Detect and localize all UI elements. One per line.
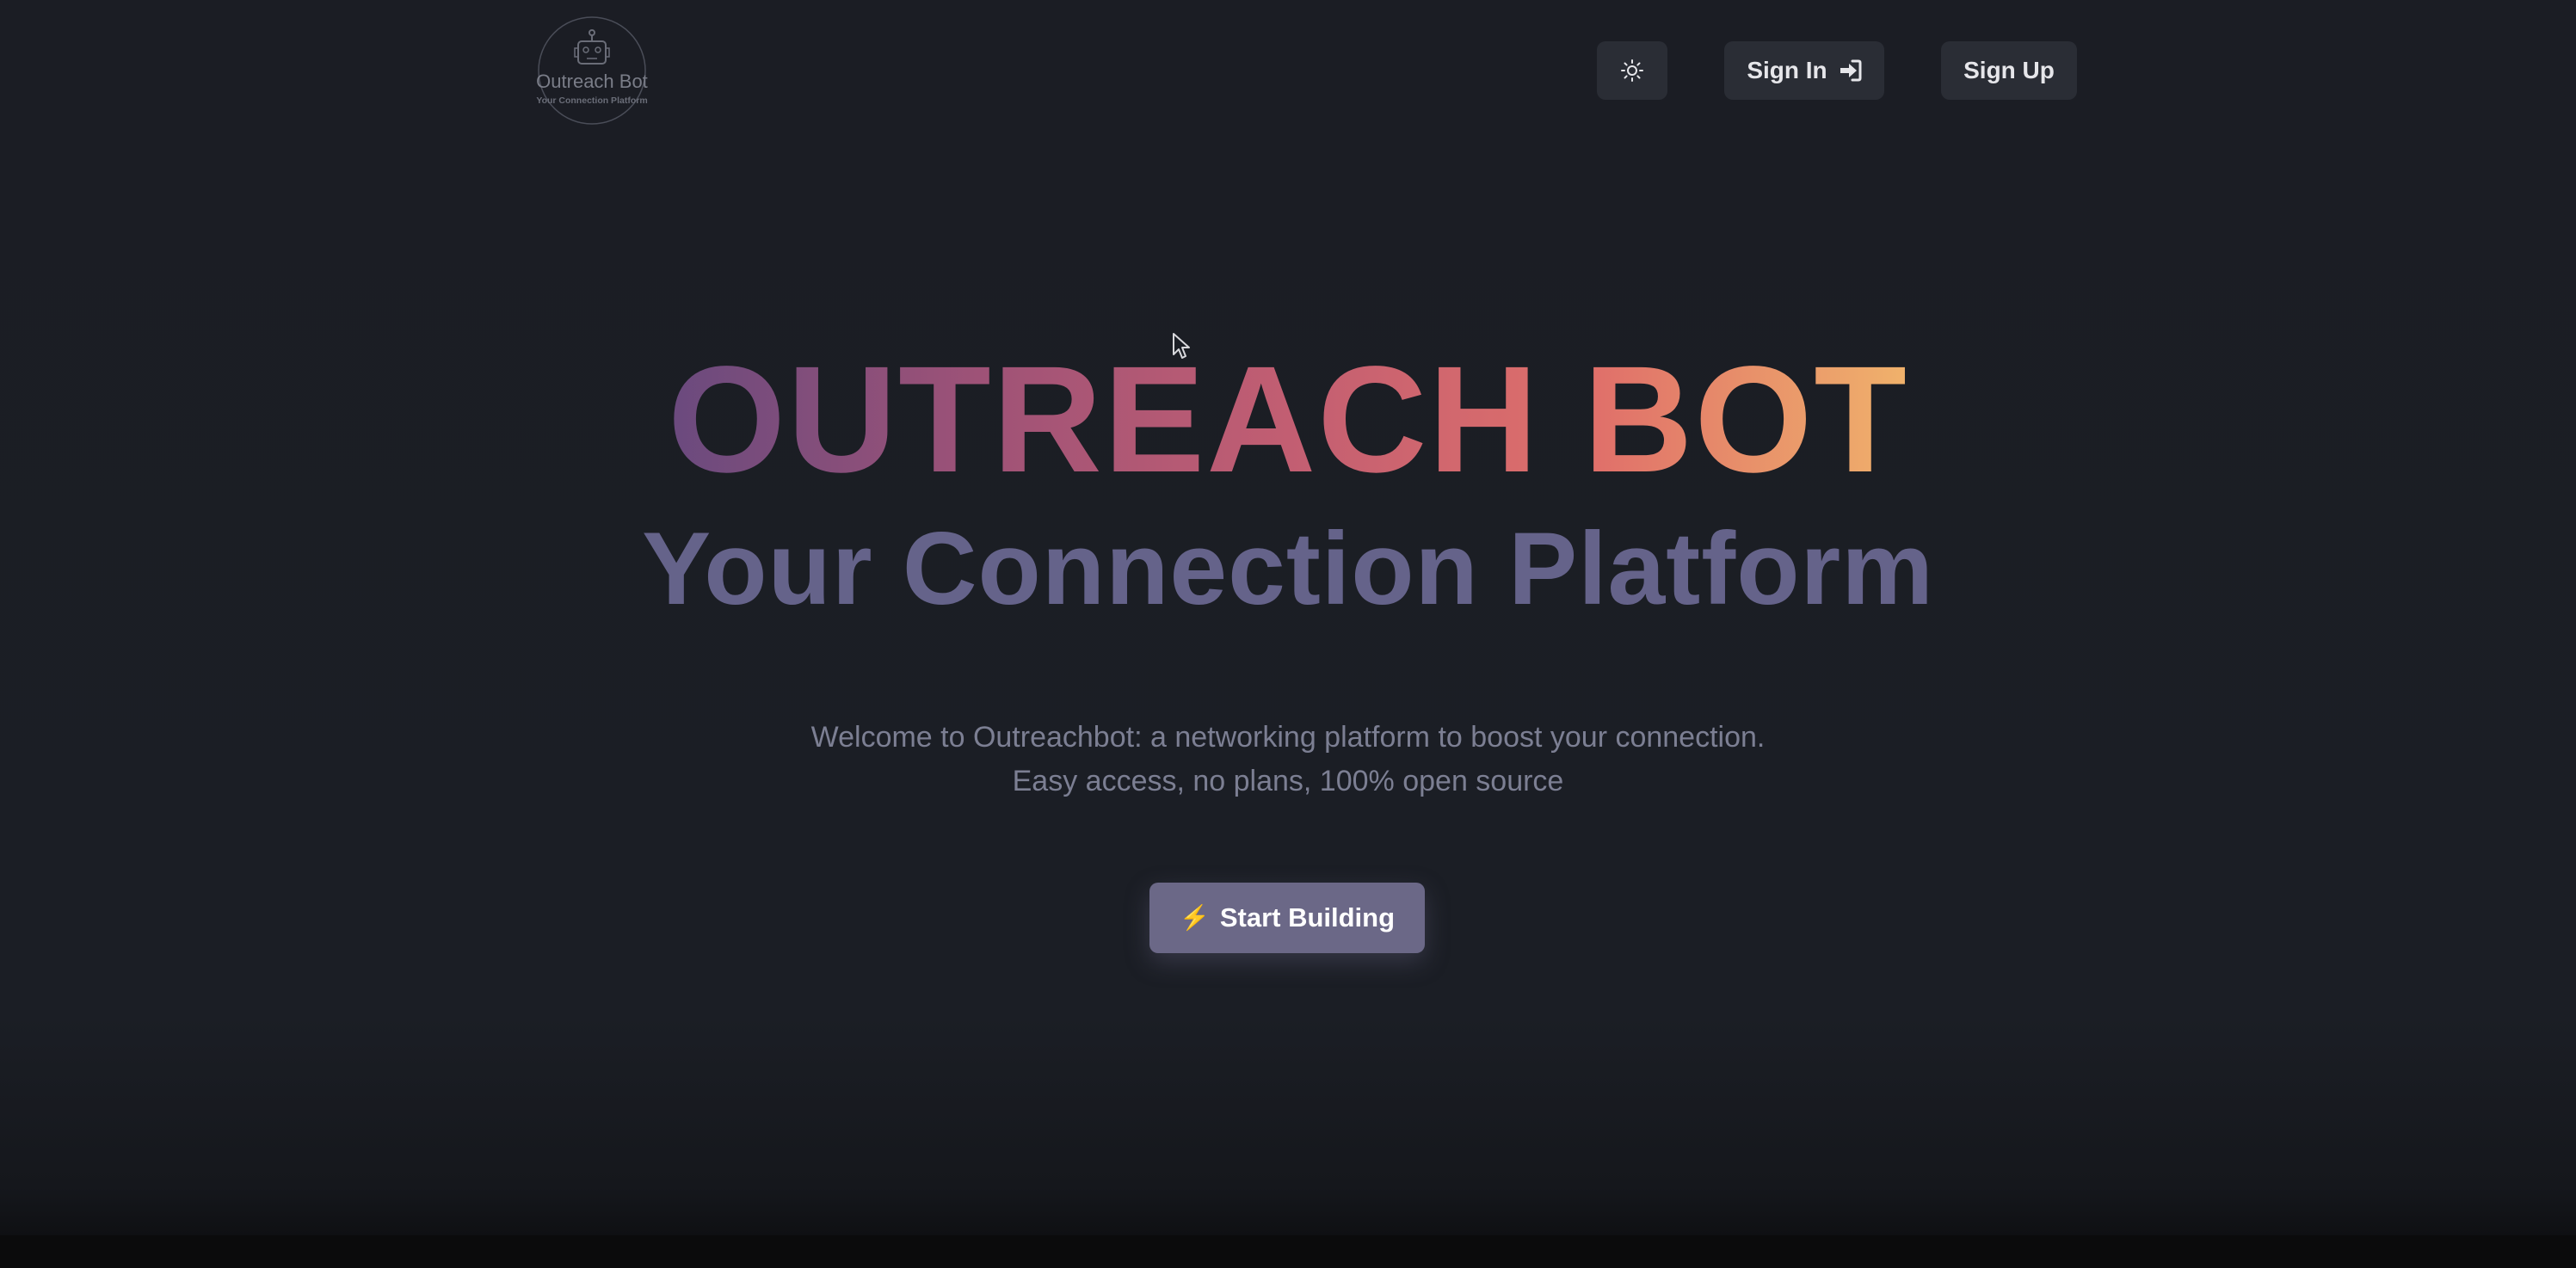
hero-description-line-1: Welcome to Outreachbot: a networking pla… bbox=[810, 721, 1766, 754]
page-background bbox=[0, 0, 2576, 1268]
sign-up-label: Sign Up bbox=[1963, 57, 2055, 83]
lightning-icon: ⚡ bbox=[1179, 904, 1210, 931]
hero-title-text: OUTREACH BOT bbox=[668, 335, 1908, 504]
hero-title: OUTREACH BOT bbox=[0, 342, 2576, 497]
sign-in-label: Sign In bbox=[1747, 57, 1827, 83]
brand-logo[interactable]: Outreach Bot Your Connection Platform bbox=[533, 15, 650, 126]
robot-logo-icon: Outreach Bot Your Connection Platform bbox=[536, 16, 648, 125]
start-building-label: Start Building bbox=[1219, 902, 1396, 933]
start-building-button[interactable]: ⚡ Start Building bbox=[1149, 883, 1425, 953]
hero-description-line-2: Easy access, no plans, 100% open source bbox=[1012, 765, 1564, 797]
footer-strip bbox=[0, 1235, 2576, 1268]
sun-icon bbox=[1621, 59, 1643, 82]
theme-toggle-button[interactable] bbox=[1597, 41, 1667, 100]
sign-in-icon bbox=[1840, 59, 1862, 82]
logo-tagline: Your Connection Platform bbox=[536, 95, 647, 106]
mouse-cursor-icon bbox=[1173, 333, 1190, 359]
logo-name: Outreach Bot bbox=[536, 71, 648, 92]
hero-subtitle: Your Connection Platform bbox=[642, 511, 1934, 626]
sign-up-button[interactable]: Sign Up bbox=[1941, 41, 2077, 100]
sign-in-button[interactable]: Sign In bbox=[1724, 41, 1884, 100]
hero-description: Welcome to Outreachbot: a networking pla… bbox=[0, 716, 2576, 803]
